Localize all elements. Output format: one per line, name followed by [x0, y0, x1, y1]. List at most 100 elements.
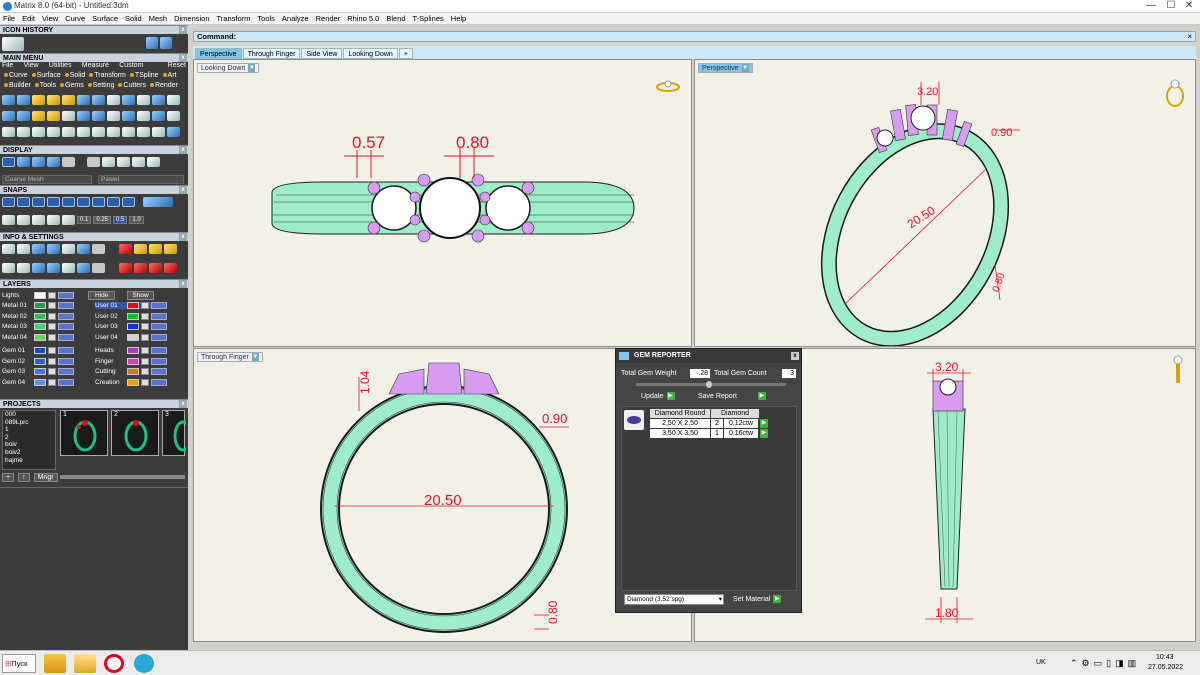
- layer-color-swatch[interactable]: [127, 323, 139, 330]
- weight-slider[interactable]: [636, 381, 786, 388]
- snap-icon[interactable]: [122, 197, 135, 207]
- minimize-button[interactable]: —: [1142, 0, 1160, 12]
- tool-icon[interactable]: [62, 95, 75, 105]
- info-icon[interactable]: [32, 244, 45, 254]
- layer-color-swatch[interactable]: [34, 302, 46, 309]
- layer-color-swatch[interactable]: [34, 368, 46, 375]
- close-icon[interactable]: x: [179, 26, 187, 34]
- project-file-item[interactable]: bolv: [5, 441, 55, 449]
- tool-icon[interactable]: [167, 95, 180, 105]
- layer-row[interactable]: Gem 03: [2, 368, 74, 375]
- info-icon[interactable]: [62, 263, 75, 273]
- menu-view[interactable]: View: [42, 14, 58, 23]
- tab-side-view[interactable]: Side View: [301, 48, 343, 59]
- info-icon[interactable]: [134, 244, 147, 254]
- tool-icon[interactable]: [122, 127, 135, 137]
- project-file-item[interactable]: 089Lprc: [5, 419, 55, 427]
- tool-icon[interactable]: [47, 95, 60, 105]
- layer-visibility-toggle[interactable]: [58, 347, 74, 354]
- tool-icon[interactable]: [17, 95, 30, 105]
- project-thumb[interactable]: 2: [111, 410, 159, 456]
- up-arrow-icon[interactable]: ↑: [18, 473, 30, 482]
- tool-icon[interactable]: [32, 127, 45, 137]
- tool-icon[interactable]: [167, 127, 180, 137]
- mm-setting[interactable]: Setting: [93, 82, 115, 89]
- project-file-item[interactable]: hajme: [5, 457, 55, 465]
- material-icon[interactable]: [147, 157, 160, 167]
- mm-cutters[interactable]: Cutters: [123, 82, 146, 89]
- media-player-icon[interactable]: [44, 654, 66, 673]
- material-icon[interactable]: [87, 157, 100, 167]
- menu-tsplines[interactable]: T-Splines: [413, 14, 444, 23]
- info-icon[interactable]: [92, 244, 105, 254]
- layer-visibility-toggle[interactable]: [151, 347, 167, 354]
- layer-row[interactable]: Finger: [95, 357, 167, 365]
- menu-tools[interactable]: Tools: [257, 14, 275, 23]
- tool-icon[interactable]: [32, 111, 45, 121]
- tool-icon[interactable]: [107, 127, 120, 137]
- tool-icon[interactable]: [2, 111, 15, 121]
- layer-row[interactable]: Creation: [95, 378, 167, 386]
- close-icon[interactable]: x: [179, 54, 187, 62]
- arrow-right-icon[interactable]: [160, 37, 172, 49]
- info-icon[interactable]: [149, 244, 162, 254]
- layer-visibility-toggle[interactable]: [151, 302, 167, 309]
- add-tab-button[interactable]: +: [398, 48, 413, 59]
- shaded-icon[interactable]: [17, 157, 30, 167]
- layer-color-swatch[interactable]: [127, 312, 139, 320]
- project-thumb[interactable]: 1: [60, 410, 108, 456]
- mm-tools[interactable]: Tools: [40, 82, 56, 89]
- info-icon[interactable]: [164, 263, 177, 273]
- lock-icon[interactable]: [141, 302, 149, 309]
- tool-icon[interactable]: [137, 127, 150, 137]
- layer-color-swatch[interactable]: [34, 312, 46, 320]
- snap-value[interactable]: 1.0: [129, 216, 144, 224]
- layer-color-swatch[interactable]: [127, 378, 139, 386]
- layer-row[interactable]: User 02: [95, 312, 167, 320]
- info-icon[interactable]: [47, 244, 60, 254]
- material-icon[interactable]: [102, 157, 115, 167]
- layer-row[interactable]: Metal 02: [2, 312, 74, 320]
- info-icon[interactable]: [149, 263, 162, 273]
- tool-icon[interactable]: [77, 127, 90, 137]
- lock-icon[interactable]: [48, 302, 56, 309]
- info-settings-header[interactable]: INFO & SETTINGS x: [0, 232, 188, 241]
- tool-icon[interactable]: [152, 127, 165, 137]
- layer-row[interactable]: Metal 03: [2, 323, 74, 330]
- mm-art[interactable]: Art: [168, 72, 177, 79]
- layer-visibility-toggle[interactable]: [151, 333, 167, 341]
- layer-visibility-toggle[interactable]: [58, 302, 74, 309]
- hide-button[interactable]: Hide: [88, 291, 116, 300]
- menu-dimension[interactable]: Dimension: [174, 14, 209, 23]
- tool-icon[interactable]: [47, 127, 60, 137]
- lock-icon[interactable]: [141, 378, 149, 386]
- mm-transform[interactable]: Transform: [94, 72, 126, 79]
- layer-row[interactable]: Gem 02: [2, 357, 74, 365]
- snap-icon[interactable]: [47, 197, 60, 207]
- grid-icon[interactable]: [2, 215, 15, 225]
- info-icon[interactable]: [2, 263, 15, 273]
- tool-icon[interactable]: [122, 111, 135, 121]
- layer-visibility-toggle[interactable]: [58, 312, 74, 320]
- grid-icon[interactable]: [47, 215, 60, 225]
- tool-icon[interactable]: [92, 111, 105, 121]
- info-icon[interactable]: [17, 244, 30, 254]
- menu-blend[interactable]: Blend: [386, 14, 405, 23]
- lock-icon[interactable]: [48, 333, 56, 341]
- layer-color-swatch[interactable]: [34, 333, 46, 341]
- menu-file[interactable]: File: [3, 14, 15, 23]
- menu-curve[interactable]: Curve: [65, 14, 85, 23]
- lock-icon[interactable]: [141, 312, 149, 320]
- layer-visibility-toggle[interactable]: [151, 357, 167, 365]
- play-icon[interactable]: ▶: [760, 429, 768, 438]
- snaps-header[interactable]: SNAPS x: [0, 185, 188, 194]
- close-icon[interactable]: ×: [1187, 32, 1192, 41]
- project-file-item[interactable]: bolv2: [5, 449, 55, 457]
- language-indicator[interactable]: UK: [1036, 659, 1046, 666]
- tool-icon[interactable]: [17, 111, 30, 121]
- tab-through-finger[interactable]: Through Finger: [242, 48, 301, 59]
- command-bar[interactable]: Command: ×: [193, 31, 1196, 42]
- tool-icon[interactable]: [137, 111, 150, 121]
- layer-color-swatch[interactable]: [127, 368, 139, 375]
- layer-toggle[interactable]: [58, 292, 74, 299]
